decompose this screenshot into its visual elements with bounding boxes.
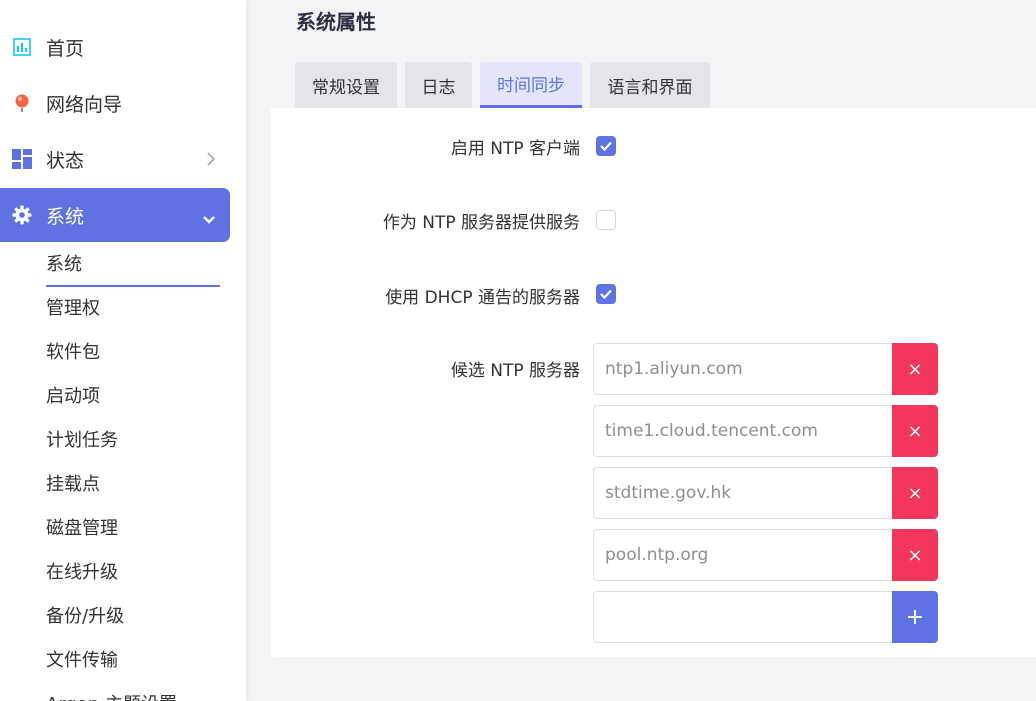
nav-item-status[interactable]: 状态 bbox=[0, 132, 230, 186]
sub-item-mount-points[interactable]: 挂载点 bbox=[46, 473, 100, 497]
nav-label: 网络向导 bbox=[46, 93, 123, 116]
remove-server-button[interactable]: × bbox=[892, 467, 938, 519]
ntp-server-input[interactable]: ntp1.aliyun.com bbox=[593, 343, 893, 395]
sub-item-file-transfer[interactable]: 文件传输 bbox=[46, 649, 118, 673]
tab-language-ui[interactable]: 语言和界面 bbox=[590, 62, 710, 108]
chevron-down-icon bbox=[202, 208, 216, 230]
page-title: 系统属性 bbox=[296, 10, 376, 34]
add-server-button[interactable]: + bbox=[892, 591, 938, 643]
globe-icon bbox=[12, 93, 32, 113]
nav-label: 状态 bbox=[46, 149, 85, 172]
sub-item-argon-settings[interactable]: Argon 主题设置 bbox=[46, 693, 177, 701]
sub-item-backup-upgrade[interactable]: 备份/升级 bbox=[46, 605, 124, 629]
nav-item-home[interactable]: 首页 bbox=[0, 20, 230, 74]
provide-ntp-server-checkbox[interactable] bbox=[596, 210, 616, 230]
ntp-server-input[interactable]: stdtime.gov.hk bbox=[593, 467, 893, 519]
sub-item-online-upgrade[interactable]: 在线升级 bbox=[46, 561, 118, 585]
ntp-server-input[interactable]: time1.cloud.tencent.com bbox=[593, 405, 893, 457]
remove-server-button[interactable]: × bbox=[892, 405, 938, 457]
sub-item-startup[interactable]: 启动项 bbox=[46, 385, 100, 409]
nav-item-network-wizard[interactable]: 网络向导 bbox=[0, 76, 230, 130]
remove-server-button[interactable]: × bbox=[892, 529, 938, 581]
ntp-server-input[interactable]: pool.ntp.org bbox=[593, 529, 893, 581]
nav-item-system[interactable]: 系统 bbox=[0, 188, 230, 242]
new-ntp-server-input[interactable] bbox=[593, 591, 893, 643]
sub-item-packages[interactable]: 软件包 bbox=[46, 341, 100, 365]
nav-label: 首页 bbox=[46, 37, 85, 60]
dashboard-icon bbox=[12, 37, 32, 57]
nav-label: 系统 bbox=[46, 205, 85, 228]
sub-item-crontab[interactable]: 计划任务 bbox=[46, 429, 118, 453]
sub-item-admin[interactable]: 管理权 bbox=[46, 297, 100, 321]
chevron-right-icon bbox=[206, 150, 216, 172]
use-dhcp-servers-label: 使用 DHCP 通告的服务器 bbox=[385, 288, 580, 308]
check-icon bbox=[600, 289, 612, 300]
sidebar: 首页 网络向导 状态 系统 系统 管理权 软件包 启动项 计划任务 挂载点 磁盘… bbox=[0, 0, 246, 701]
enable-ntp-client-checkbox[interactable] bbox=[596, 136, 616, 156]
candidate-ntp-servers-label: 候选 NTP 服务器 bbox=[450, 361, 580, 381]
active-sub-indicator bbox=[46, 285, 220, 287]
sub-item-system[interactable]: 系统 bbox=[46, 253, 82, 277]
sub-item-disk-manager[interactable]: 磁盘管理 bbox=[46, 517, 118, 541]
provide-ntp-server-label: 作为 NTP 服务器提供服务 bbox=[382, 213, 580, 233]
gear-icon bbox=[12, 205, 32, 225]
use-dhcp-servers-checkbox[interactable] bbox=[596, 284, 616, 304]
tab-logs[interactable]: 日志 bbox=[405, 62, 472, 108]
grid-icon bbox=[12, 149, 32, 169]
check-icon bbox=[600, 141, 612, 152]
remove-server-button[interactable]: × bbox=[892, 343, 938, 395]
tab-time-sync[interactable]: 时间同步 bbox=[480, 62, 582, 108]
tab-general[interactable]: 常规设置 bbox=[295, 62, 397, 108]
enable-ntp-client-label: 启用 NTP 客户端 bbox=[450, 139, 580, 159]
